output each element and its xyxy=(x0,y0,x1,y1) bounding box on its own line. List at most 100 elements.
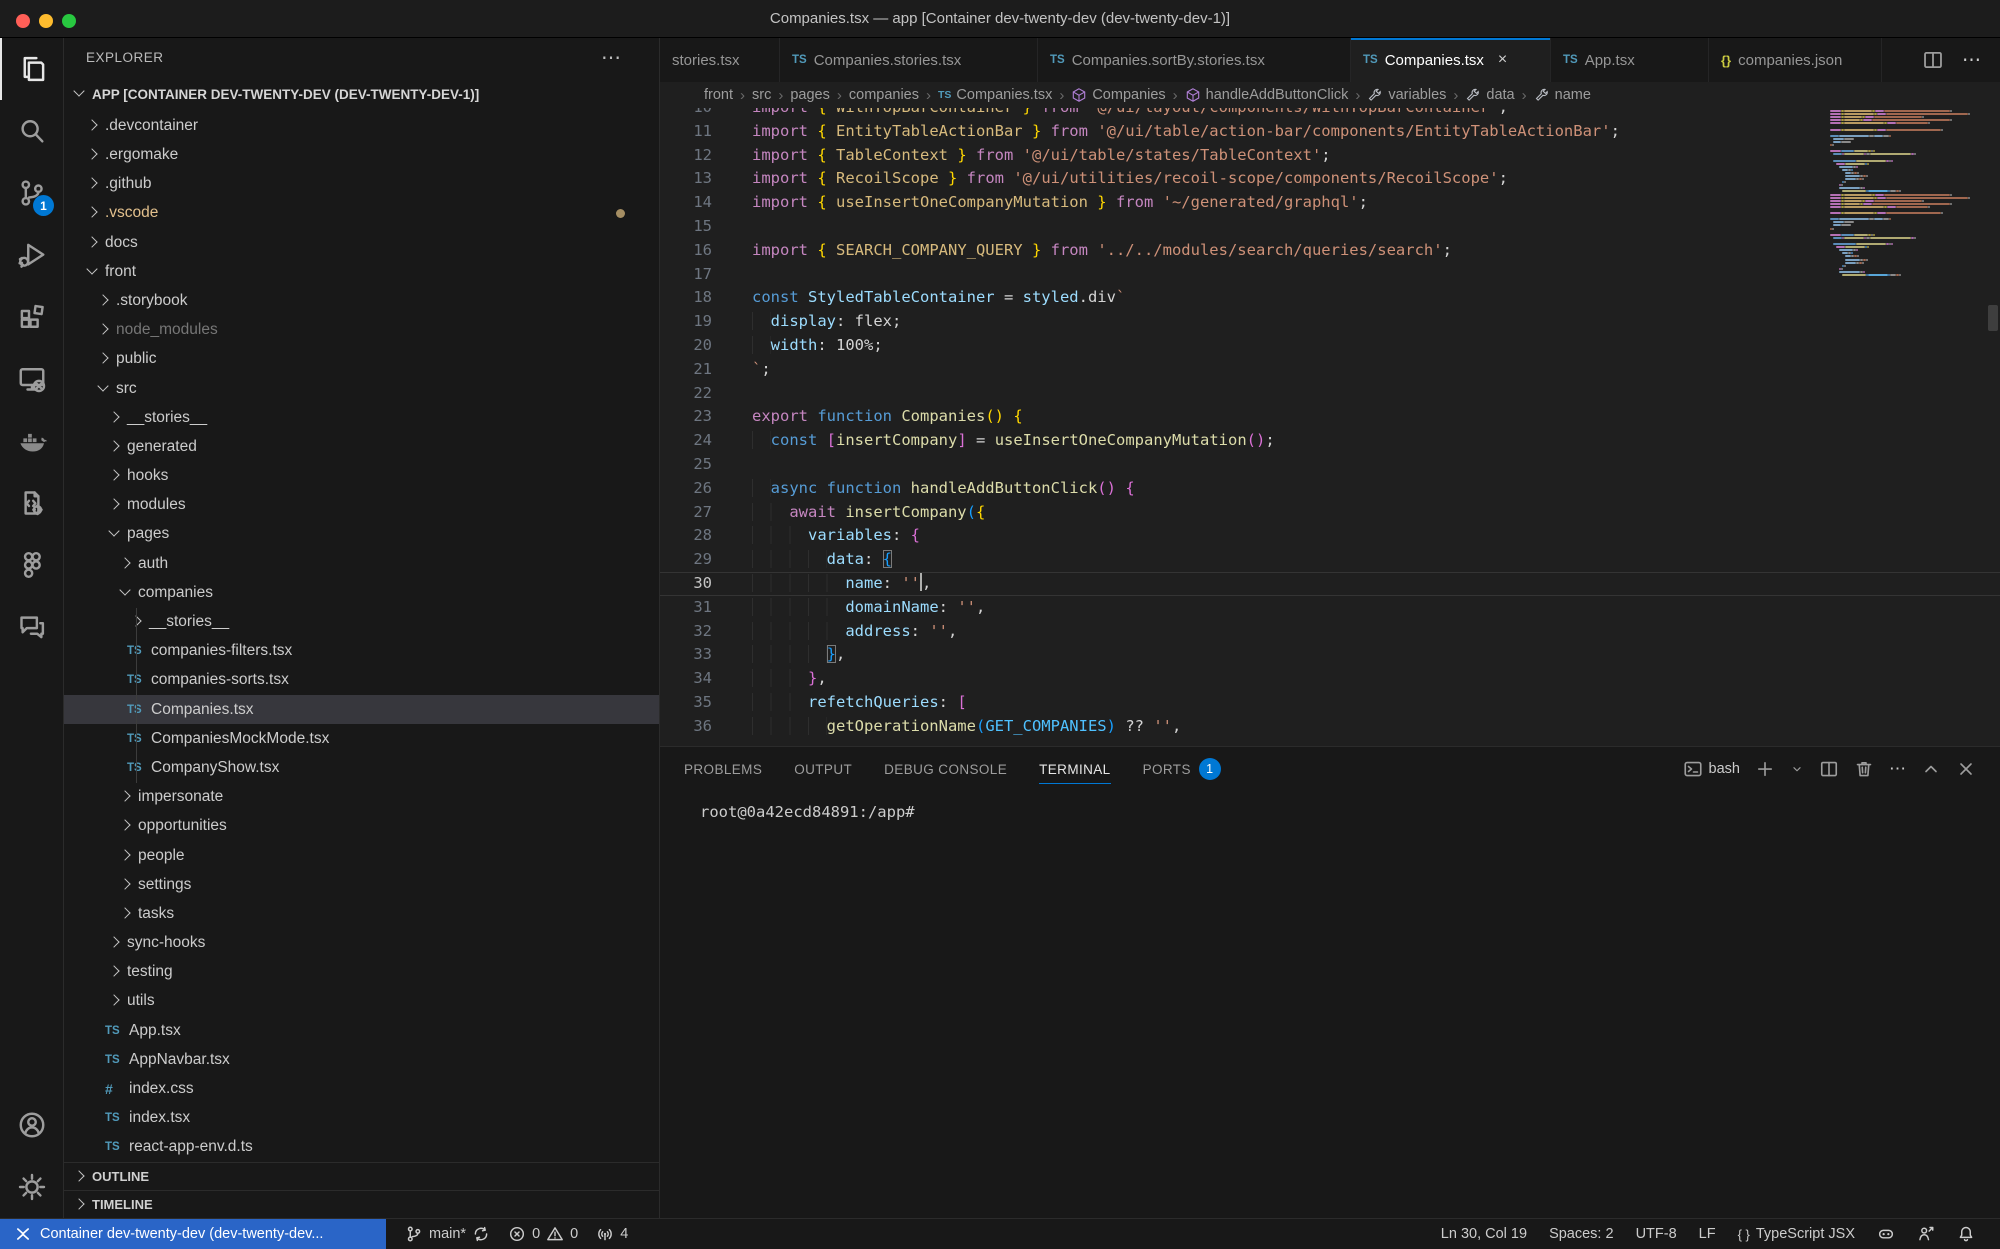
tree-folder-src[interactable]: src xyxy=(64,374,659,403)
panel-more-icon[interactable]: ⋯ xyxy=(1889,759,1906,779)
editor-tab-Companies.sortBy.stories.tsx[interactable]: TSCompanies.sortBy.stories.tsx xyxy=(1038,38,1351,82)
editor-tab-companies.json[interactable]: {}companies.json xyxy=(1709,38,1882,82)
problems-status[interactable]: 0 0 xyxy=(499,1219,587,1249)
breadcrumb-item-variables[interactable]: variables xyxy=(1367,87,1446,103)
tree-folder-.storybook[interactable]: .storybook xyxy=(64,286,659,315)
notifications-status[interactable] xyxy=(1946,1225,1986,1243)
code-line-21[interactable]: 21`; xyxy=(660,358,2000,382)
close-tab-icon[interactable]: × xyxy=(1498,51,1507,69)
shell-selector[interactable]: bash xyxy=(1683,759,1740,779)
copilot-status[interactable] xyxy=(1866,1225,1906,1243)
editor-tab-Companies.stories.tsx[interactable]: TSCompanies.stories.tsx xyxy=(780,38,1038,82)
tree-file-react-app-env.d.ts[interactable]: TSreact-app-env.d.ts xyxy=(64,1133,659,1162)
code-line-12[interactable]: 12import { TableContext } from '@/ui/tab… xyxy=(660,144,2000,168)
explorer-icon[interactable] xyxy=(0,38,63,100)
code-line-10[interactable]: 10import { WithTopBarContainer } from '@… xyxy=(660,108,2000,120)
zoom-window-button[interactable] xyxy=(62,14,76,28)
code-line-27[interactable]: 27 await insertCompany({ xyxy=(660,501,2000,525)
tree-folder-__stories__[interactable]: __stories__ xyxy=(64,403,659,432)
minimap[interactable] xyxy=(1830,110,1980,277)
tree-file-CompanyShow.tsx[interactable]: TSCompanyShow.tsx xyxy=(64,753,659,782)
tree-folder-__stories__[interactable]: __stories__ xyxy=(64,607,659,636)
section-timeline[interactable]: TIMELINE xyxy=(64,1190,659,1218)
kill-terminal-icon[interactable] xyxy=(1854,759,1874,779)
code-line-25[interactable]: 25 xyxy=(660,453,2000,477)
tree-folder-opportunities[interactable]: opportunities xyxy=(64,812,659,841)
tree-file-index.css[interactable]: #index.css xyxy=(64,1074,659,1103)
close-window-button[interactable] xyxy=(16,14,30,28)
maximize-panel-icon[interactable] xyxy=(1921,759,1941,779)
ports-status[interactable]: 4 xyxy=(587,1219,637,1249)
minimize-window-button[interactable] xyxy=(39,14,53,28)
code-line-31[interactable]: 31 domainName: '', xyxy=(660,596,2000,620)
editor-tab-App.tsx[interactable]: TSApp.tsx xyxy=(1551,38,1709,82)
remote-explorer-icon[interactable] xyxy=(0,348,63,410)
code-line-23[interactable]: 23export function Companies() { xyxy=(660,405,2000,429)
panel-tab-problems[interactable]: PROBLEMS xyxy=(684,747,762,791)
code-line-36[interactable]: 36 getOperationName(GET_COMPANIES) ?? ''… xyxy=(660,715,2000,739)
code-line-20[interactable]: 20 width: 100%; xyxy=(660,334,2000,358)
tree-folder-tasks[interactable]: tasks xyxy=(64,899,659,928)
panel-tab-ports[interactable]: PORTS1 xyxy=(1143,747,1221,791)
breadcrumb-item-Companies.tsx[interactable]: TSCompanies.tsx xyxy=(938,87,1052,103)
tree-folder-generated[interactable]: generated xyxy=(64,432,659,461)
explorer-more-actions-icon[interactable]: ⋯ xyxy=(601,45,623,70)
cursor-position-status[interactable]: Ln 30, Col 19 xyxy=(1430,1226,1538,1242)
code-line-16[interactable]: 16import { SEARCH_COMPANY_QUERY } from '… xyxy=(660,239,2000,263)
source-control-icon[interactable]: 1 xyxy=(0,162,63,224)
tree-folder-auth[interactable]: auth xyxy=(64,549,659,578)
panel-tab-output[interactable]: OUTPUT xyxy=(794,747,852,791)
eol-status[interactable]: LF xyxy=(1688,1226,1727,1242)
code-line-14[interactable]: 14import { useInsertOneCompanyMutation }… xyxy=(660,191,2000,215)
tree-folder-node_modules[interactable]: node_modules xyxy=(64,316,659,345)
workspace-section-header[interactable]: APP [CONTAINER DEV-TWENTY-DEV (DEV-TWENT… xyxy=(64,78,659,112)
code-line-35[interactable]: 35 refetchQueries: [ xyxy=(660,691,2000,715)
panel-tab-debug-console[interactable]: DEBUG CONSOLE xyxy=(884,747,1007,791)
tree-folder-.devcontainer[interactable]: .devcontainer xyxy=(64,111,659,140)
settings-gear-icon[interactable] xyxy=(0,1156,63,1218)
code-line-30[interactable]: 30 name: '', xyxy=(660,572,2000,596)
tree-folder-docs[interactable]: docs xyxy=(64,228,659,257)
editor-tab-Companies.tsx[interactable]: TSCompanies.tsx× xyxy=(1351,38,1551,82)
code-line-33[interactable]: 33 }, xyxy=(660,643,2000,667)
search-icon[interactable] xyxy=(0,100,63,162)
code-line-24[interactable]: 24 const [insertCompany] = useInsertOneC… xyxy=(660,429,2000,453)
tree-file-AppNavbar.tsx[interactable]: TSAppNavbar.tsx xyxy=(64,1045,659,1074)
tree-folder-.ergomake[interactable]: .ergomake xyxy=(64,140,659,169)
terminal-output[interactable]: root@0a42ecd84891:/app# xyxy=(660,791,2000,821)
editor-scrollbar[interactable] xyxy=(1988,305,1998,331)
breadcrumb-item-data[interactable]: data xyxy=(1465,87,1514,103)
feedback-status[interactable] xyxy=(1906,1225,1946,1243)
split-terminal-icon[interactable] xyxy=(1819,759,1839,779)
indentation-status[interactable]: Spaces: 2 xyxy=(1538,1226,1625,1242)
tree-folder-sync-hooks[interactable]: sync-hooks xyxy=(64,929,659,958)
accounts-icon[interactable] xyxy=(0,1094,63,1156)
tree-folder-testing[interactable]: testing xyxy=(64,958,659,987)
code-line-15[interactable]: 15 xyxy=(660,215,2000,239)
tree-file-companies-sorts.tsx[interactable]: TScompanies-sorts.tsx xyxy=(64,666,659,695)
new-terminal-icon[interactable] xyxy=(1755,759,1775,779)
breadcrumb-item-Companies[interactable]: Companies xyxy=(1071,87,1165,103)
tree-folder-utils[interactable]: utils xyxy=(64,987,659,1016)
tree-folder-pages[interactable]: pages xyxy=(64,520,659,549)
split-editor-icon[interactable] xyxy=(1922,49,1944,71)
code-line-29[interactable]: 29 data: { xyxy=(660,548,2000,572)
tree-folder-settings[interactable]: settings xyxy=(64,870,659,899)
code-line-22[interactable]: 22 xyxy=(660,382,2000,406)
tree-folder-modules[interactable]: modules xyxy=(64,491,659,520)
comments-icon[interactable] xyxy=(0,596,63,658)
editor-tab-stories.tsx[interactable]: stories.tsx xyxy=(660,38,780,82)
breadcrumb-item-front[interactable]: front xyxy=(704,87,733,103)
tree-file-companies-filters.tsx[interactable]: TScompanies-filters.tsx xyxy=(64,637,659,666)
code-line-34[interactable]: 34 }, xyxy=(660,667,2000,691)
tree-folder-public[interactable]: public xyxy=(64,345,659,374)
panel-tab-terminal[interactable]: TERMINAL xyxy=(1039,747,1110,791)
branch-status[interactable]: main* xyxy=(396,1219,499,1249)
breadcrumb-item-name[interactable]: name xyxy=(1534,87,1591,103)
terminal-dropdown-icon[interactable] xyxy=(1790,759,1804,779)
tree-folder-.vscode[interactable]: .vscode xyxy=(64,199,659,228)
breadcrumb-item-src[interactable]: src xyxy=(752,87,771,103)
tree-folder-impersonate[interactable]: impersonate xyxy=(64,783,659,812)
tree-folder-hooks[interactable]: hooks xyxy=(64,462,659,491)
code-line-13[interactable]: 13import { RecoilScope } from '@/ui/util… xyxy=(660,167,2000,191)
